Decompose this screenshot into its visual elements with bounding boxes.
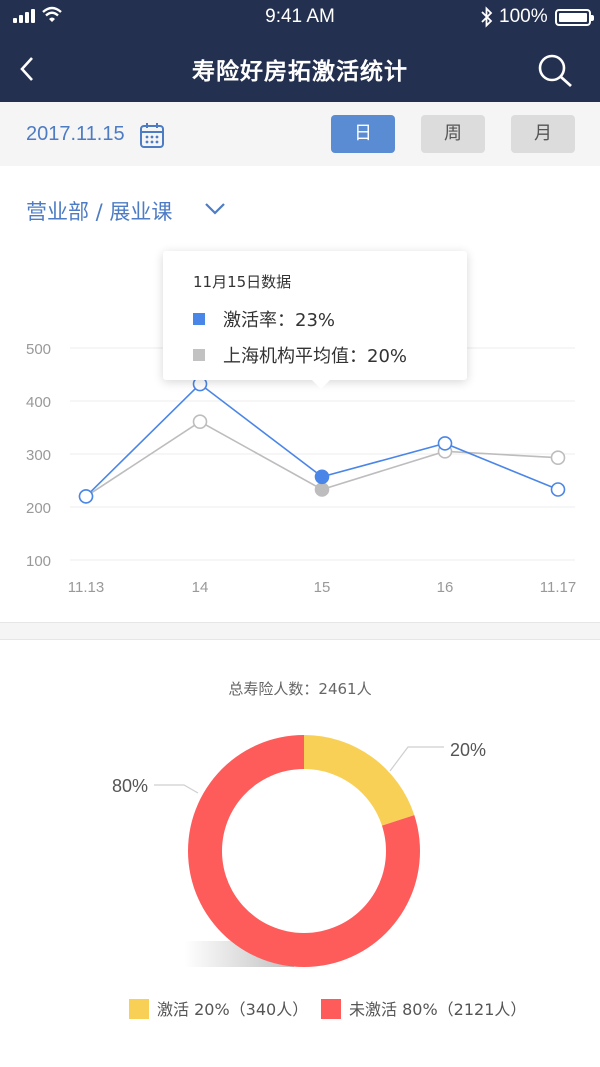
legend-inactive-label: 未激活 80%（2121人） xyxy=(349,1000,527,1019)
tooltip-title: 11月15日数据 xyxy=(193,273,292,291)
tooltip-row-activation: 激活率：23% xyxy=(193,306,335,332)
search-icon[interactable] xyxy=(536,53,576,89)
data-point xyxy=(192,414,208,429)
y-tick-label: 100 xyxy=(26,553,51,570)
tooltip-activation-label: 激活率：23% xyxy=(223,310,336,331)
status-bar: 9:41 AM 100% xyxy=(0,0,600,36)
donut-slice xyxy=(304,735,415,826)
x-tick-label: 11.17 xyxy=(540,579,576,596)
slice-pct-label: 80% xyxy=(112,776,148,796)
legend-activated-swatch xyxy=(129,999,149,1019)
top-bar: 9:41 AM 100% 寿险好房拓激活统计 xyxy=(0,0,600,102)
legend-inactive-swatch xyxy=(321,999,341,1019)
battery-percent: 100% xyxy=(499,6,548,27)
average-swatch xyxy=(193,349,205,361)
y-tick-label: 300 xyxy=(26,447,51,464)
slice-pct-label: 20% xyxy=(450,740,486,760)
section-divider xyxy=(0,622,600,640)
bluetooth-icon xyxy=(481,6,493,28)
tooltip-average-label: 上海机构平均值：20% xyxy=(223,346,408,367)
total-count: 总寿险人数：2461人 xyxy=(228,680,372,698)
legend-activated-label: 激活 20%（340人） xyxy=(157,1000,309,1019)
y-tick-label: 400 xyxy=(26,394,51,411)
data-point xyxy=(437,436,453,451)
page-title: 寿险好房拓激活统计 xyxy=(192,59,408,85)
slice-leader-line xyxy=(154,784,199,794)
legend-activated: 激活 20%（340人） xyxy=(129,996,308,1020)
calendar-icon[interactable] xyxy=(139,121,165,149)
filter-bar: 2017.11.15 日 周 月 xyxy=(0,102,600,166)
date-label[interactable]: 2017.11.15 xyxy=(26,123,125,146)
chevron-down-icon[interactable] xyxy=(203,199,227,217)
period-week-button[interactable]: 周 xyxy=(421,115,485,153)
x-tick-label: 11.13 xyxy=(68,579,104,596)
y-tick-label: 200 xyxy=(26,500,51,517)
data-point xyxy=(550,450,566,466)
slice-leader-line xyxy=(389,746,444,772)
activation-swatch xyxy=(193,313,205,325)
data-point xyxy=(550,482,566,497)
chart-tooltip: 11月15日数据 激活率：23% 上海机构平均值：20% xyxy=(163,251,467,389)
tooltip-row-average: 上海机构平均值：20% xyxy=(193,342,407,368)
x-tick-label: 14 xyxy=(192,579,209,596)
dept-selector[interactable]: 营业部 / 展业课 xyxy=(26,196,172,226)
y-tick-label: 500 xyxy=(26,341,51,358)
x-tick-label: 15 xyxy=(314,579,331,596)
period-day-button[interactable]: 日 xyxy=(331,115,395,153)
donut-chart: 20% 80% xyxy=(112,735,486,967)
data-point xyxy=(314,482,330,497)
battery-icon xyxy=(555,9,594,26)
x-tick-label: 16 xyxy=(437,579,454,596)
period-month-button[interactable]: 月 xyxy=(511,115,575,153)
data-point xyxy=(78,489,94,504)
data-point xyxy=(314,469,330,485)
legend-inactive: 未激活 80%（2121人） xyxy=(321,996,526,1020)
